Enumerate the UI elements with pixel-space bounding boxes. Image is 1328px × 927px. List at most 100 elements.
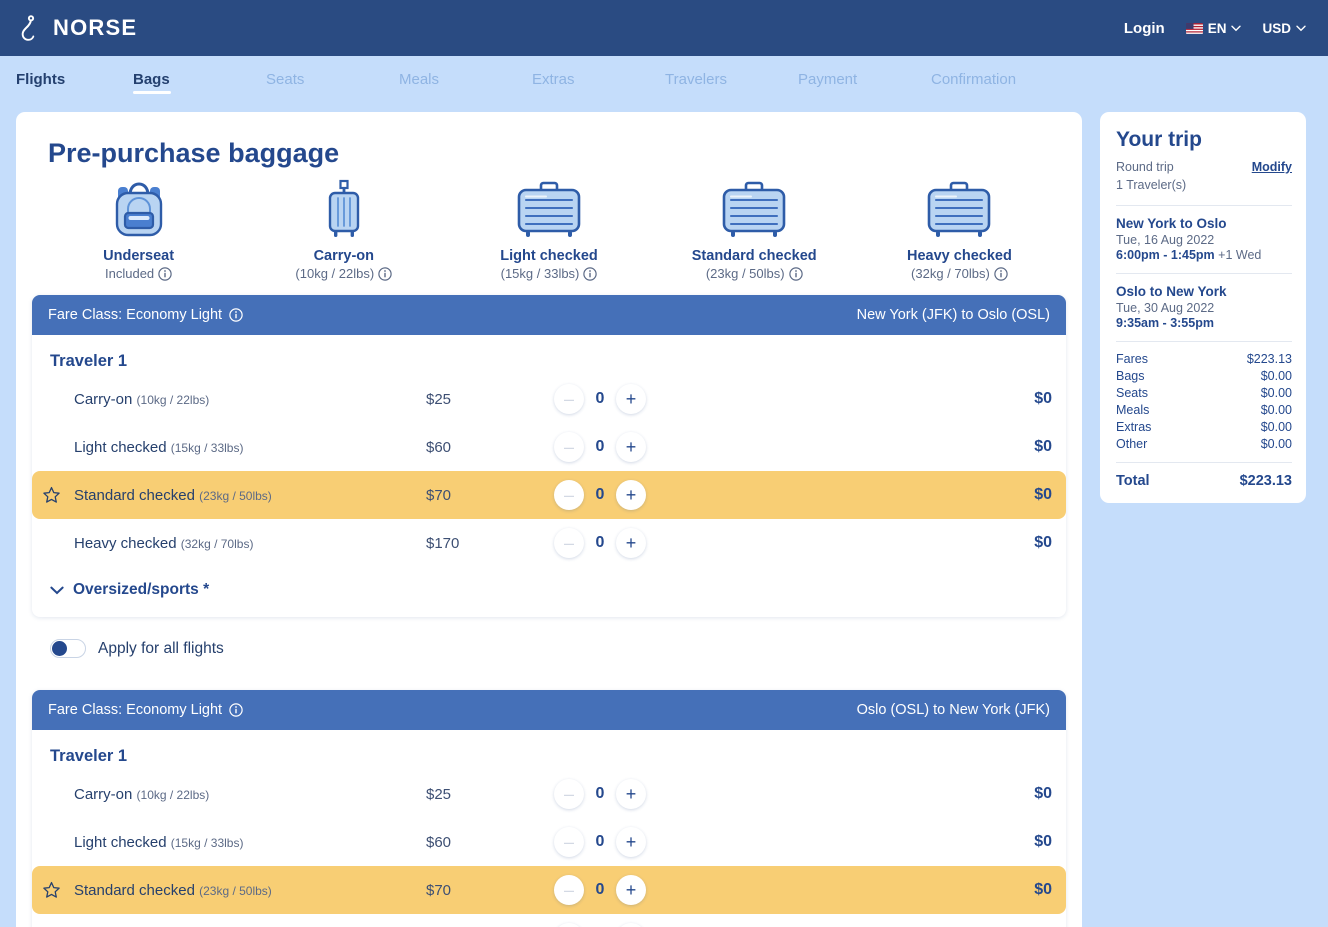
increment-button[interactable]: + xyxy=(616,923,646,927)
language-selector[interactable]: EN xyxy=(1185,21,1242,36)
fee-value: $223.13 xyxy=(1246,352,1292,367)
bag-type-name: Light checked xyxy=(500,248,598,264)
divider xyxy=(1116,273,1292,275)
increment-button[interactable]: + xyxy=(616,779,646,809)
trip-summary-title: Your trip xyxy=(1116,128,1202,151)
info-icon[interactable] xyxy=(158,266,172,281)
fee-label: Bags xyxy=(1116,369,1145,384)
fee-row: Meals $0.00 xyxy=(1116,403,1292,417)
step-label: Extras xyxy=(532,71,575,88)
divider xyxy=(1116,462,1292,464)
bag-price: $70 xyxy=(426,486,452,504)
backpack-icon xyxy=(115,182,162,237)
bag-type-weight: Included xyxy=(105,266,155,281)
bag-price: $70 xyxy=(426,881,452,899)
bag-name: Standard checked xyxy=(74,881,195,899)
favorite-star-cell xyxy=(32,486,74,505)
step-seats[interactable]: Seats xyxy=(266,71,399,97)
star-outline-icon[interactable] xyxy=(42,881,61,900)
apply-all-toggle[interactable] xyxy=(50,639,86,658)
increment-button[interactable]: + xyxy=(616,875,646,905)
bag-type-name: Standard checked xyxy=(691,248,817,264)
bag-weight: (15kg / 33lbs) xyxy=(170,835,244,850)
currency-selector[interactable]: USD xyxy=(1262,21,1306,36)
step-label: Confirmation xyxy=(931,71,1017,88)
bag-type-light-checked: Light checked (15kg / 33lbs) xyxy=(446,179,651,281)
info-icon[interactable] xyxy=(229,308,243,322)
decrement-button[interactable]: – xyxy=(554,827,584,857)
decrement-button[interactable]: – xyxy=(554,432,584,462)
favorite-star-cell xyxy=(32,881,74,900)
increment-button[interactable]: + xyxy=(616,528,646,558)
step-extras[interactable]: Extras xyxy=(532,71,665,97)
leg-title: New York to Oslo xyxy=(1116,216,1227,232)
decrement-button[interactable]: – xyxy=(554,528,584,558)
page-title: Pre-purchase baggage xyxy=(48,138,340,168)
route-label: New York (JFK) to Oslo (OSL) xyxy=(856,307,1050,323)
quantity-value: 0 xyxy=(595,438,605,455)
leg-times: 9:35am - 3:55pm xyxy=(1116,316,1214,331)
quantity-stepper: –0 + xyxy=(544,875,656,905)
apply-all-label: Apply for all flights xyxy=(98,639,224,657)
bag-type-sub: (10kg / 22lbs) xyxy=(241,266,446,281)
fee-row: Bags $0.00 xyxy=(1116,369,1292,383)
increment-button[interactable]: + xyxy=(616,827,646,857)
flight-block: Fare Class: Economy Light Oslo (OSL) to N… xyxy=(32,690,1066,927)
bag-weight: (10kg / 22lbs) xyxy=(136,392,210,407)
fee-value: $0.00 xyxy=(1260,437,1292,452)
step-flights[interactable]: Flights xyxy=(16,71,133,97)
decrement-button[interactable]: – xyxy=(554,779,584,809)
trip-type: Round trip xyxy=(1116,160,1174,174)
decrement-button[interactable]: – xyxy=(554,923,584,927)
oversized-sports-toggle[interactable]: Oversized/sports * xyxy=(32,567,1066,617)
currency-label: USD xyxy=(1262,20,1291,36)
star-outline-icon[interactable] xyxy=(42,486,61,505)
decrement-button[interactable]: – xyxy=(554,384,584,414)
bag-price: $25 xyxy=(426,390,452,408)
bag-name: Standard checked xyxy=(74,486,195,504)
fee-row: Extras $0.00 xyxy=(1116,420,1292,434)
fee-row: Fares $223.13 xyxy=(1116,352,1292,366)
decrement-button[interactable]: – xyxy=(554,480,584,510)
modify-trip-link[interactable]: Modify xyxy=(1252,160,1292,174)
brand-logo[interactable]: NORSE xyxy=(18,13,137,43)
step-confirmation[interactable]: Confirmation xyxy=(931,71,1064,97)
bag-row-total: $0 xyxy=(1034,785,1052,802)
us-flag-icon xyxy=(1185,22,1203,34)
bag-row-total: $0 xyxy=(1034,534,1052,551)
trip-leg: New York to Oslo Tue, 16 Aug 2022 6:00pm -… xyxy=(1116,216,1292,262)
page-body: Pre-purchase baggage Underseat Included Ca… xyxy=(0,112,1328,927)
fee-value: $0.00 xyxy=(1260,386,1292,401)
top-bar-actions: Login EN USD xyxy=(1124,20,1306,37)
trip-legs: New York to Oslo Tue, 16 Aug 2022 6:00pm -… xyxy=(1116,205,1292,330)
trip-type-row: Round trip 1 Traveler(s) Modify xyxy=(1116,158,1292,194)
step-bags[interactable]: Bags xyxy=(133,71,266,97)
increment-button[interactable]: + xyxy=(616,384,646,414)
step-payment[interactable]: Payment xyxy=(798,71,931,97)
step-meals[interactable]: Meals xyxy=(399,71,532,97)
increment-button[interactable]: + xyxy=(616,480,646,510)
baggage-row: Light checked (15kg / 33lbs) $60–0 + $0 xyxy=(32,423,1066,471)
login-button[interactable]: Login xyxy=(1124,20,1165,37)
info-icon[interactable] xyxy=(788,266,803,281)
leg-times-row: 6:00pm - 1:45pm +1 Wed xyxy=(1116,248,1292,262)
info-icon[interactable] xyxy=(583,266,598,281)
bag-type-sub: (23kg / 50lbs) xyxy=(652,266,857,281)
step-label: Payment xyxy=(798,71,858,88)
bag-name-cell: Standard checked (23kg / 50lbs) xyxy=(74,882,426,899)
divider xyxy=(1116,341,1292,343)
trip-leg: Oslo to New York Tue, 30 Aug 2022 9:35am -… xyxy=(1116,284,1292,330)
bag-type-weight: (10kg / 22lbs) xyxy=(295,266,375,281)
fee-value: $0.00 xyxy=(1260,403,1292,418)
divider xyxy=(1116,205,1292,207)
info-icon[interactable] xyxy=(378,266,392,281)
step-label: Bags xyxy=(133,71,170,88)
info-icon[interactable] xyxy=(229,703,243,717)
info-icon[interactable] xyxy=(994,266,1008,281)
fee-value: $0.00 xyxy=(1260,369,1292,384)
increment-button[interactable]: + xyxy=(616,432,646,462)
traveler-count: 1 Traveler(s) xyxy=(1116,178,1187,193)
decrement-button[interactable]: – xyxy=(554,875,584,905)
step-travelers[interactable]: Travelers xyxy=(665,71,798,97)
bag-name-cell: Light checked (15kg / 33lbs) xyxy=(74,439,426,456)
